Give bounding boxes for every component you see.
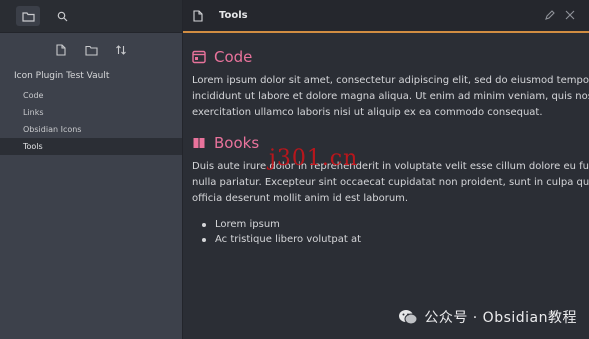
list-item: Ac tristique libero volutpat at <box>202 232 589 247</box>
paragraph-2-line-3: officia deserunt mollit anim id est labo… <box>192 193 409 204</box>
editor-pane: Tools Code Lorem ipsum dolor sit amet, c… <box>183 0 589 339</box>
wechat-badge: 公众号 · Obsidian教程 <box>398 307 577 327</box>
tree-item-links[interactable]: Links <box>0 104 182 121</box>
new-folder-button[interactable] <box>84 43 98 57</box>
tree-item-obsidian-icons[interactable]: Obsidian Icons <box>0 121 182 138</box>
new-folder-icon <box>84 45 98 56</box>
paragraph-1-line-2: incididunt ut labore et dolore magna ali… <box>192 91 589 102</box>
sidebar-tab-bar <box>0 0 182 33</box>
view-header: Tools <box>183 0 589 33</box>
folder-icon <box>21 11 35 22</box>
file-explorer-tab[interactable] <box>16 6 40 26</box>
list-item: Lorem ipsum <box>202 217 589 232</box>
vault-name[interactable]: Icon Plugin Test Vault <box>0 63 182 87</box>
search-icon <box>57 11 67 21</box>
new-note-icon <box>56 44 66 56</box>
note-content: Code Lorem ipsum dolor sit amet, consect… <box>183 33 589 247</box>
heading-books-text: Books <box>214 134 260 152</box>
wechat-icon <box>399 309 418 324</box>
sort-button[interactable] <box>114 43 128 57</box>
paragraph-1-line-3: exercitation ullamco laboris nisi ut ali… <box>192 107 543 118</box>
heading-code: Code <box>192 45 589 69</box>
code-window-icon <box>192 50 206 64</box>
search-tab[interactable] <box>50 6 74 26</box>
new-note-button[interactable] <box>54 43 68 57</box>
paragraph-1-line-1: Lorem ipsum dolor sit amet, consectetur … <box>192 75 589 86</box>
paragraph-1: Lorem ipsum dolor sit amet, consectetur … <box>192 73 589 121</box>
close-icon[interactable] <box>565 10 575 20</box>
note-title[interactable]: Tools <box>219 10 248 21</box>
sort-icon <box>116 45 126 55</box>
heading-books: Books <box>192 131 589 155</box>
tree-item-tools[interactable]: Tools <box>0 138 182 155</box>
edit-icon[interactable] <box>544 10 555 21</box>
file-icon <box>193 9 205 23</box>
wechat-label: 公众号 · Obsidian教程 <box>424 310 577 326</box>
paragraph-2-line-2: nulla pariatur. Excepteur sint occaecat … <box>192 177 589 188</box>
site-watermark: j301.cn <box>269 146 359 171</box>
view-actions <box>544 10 575 21</box>
tree-item-code[interactable]: Code <box>0 87 182 104</box>
file-explorer-sidebar: Icon Plugin Test Vault Code Links Obsidi… <box>0 0 183 339</box>
book-icon <box>192 136 206 150</box>
bullet-list: Lorem ipsum Ac tristique libero volutpat… <box>192 217 589 247</box>
paragraph-2: Duis aute irure dolor in reprehenderit i… <box>192 159 589 207</box>
sidebar-actions <box>0 33 182 63</box>
heading-code-text: Code <box>214 48 253 66</box>
paragraph-2-line-1: Duis aute irure dolor in reprehenderit i… <box>192 161 589 172</box>
